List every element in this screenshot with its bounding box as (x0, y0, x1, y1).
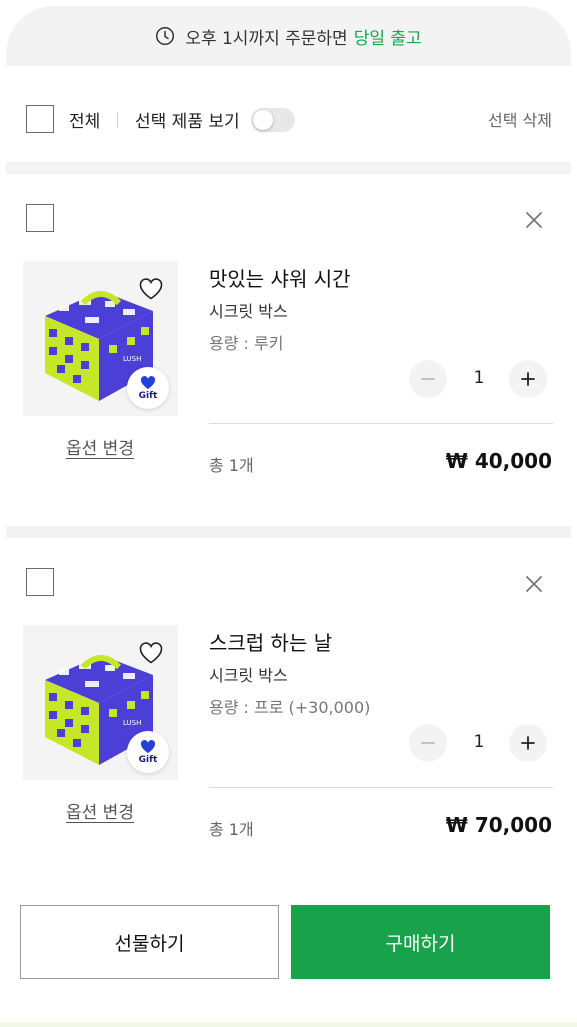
item-price: ₩ 40,000 (445, 449, 552, 473)
product-name[interactable]: 맛있는 샤워 시간 (209, 263, 351, 292)
change-option-link[interactable]: 옵션 변경 (66, 434, 134, 459)
clock-icon (155, 26, 175, 46)
divider (209, 787, 553, 788)
banner-text: 오후 1시까지 주문하면 (185, 28, 348, 49)
item-total-count: 총 1개 (209, 820, 254, 839)
select-all-checkbox[interactable] (26, 105, 54, 133)
blue-heart-icon (140, 375, 156, 389)
cart-item: LUSH Gift 옵션 변경 스크럽 하는 날 시크릿 박스 용량 : 프로 … (0, 538, 577, 868)
gift-badge-label: Gift (138, 390, 158, 401)
product-image[interactable]: LUSH Gift (23, 261, 178, 416)
gift-badge: Gift (127, 367, 169, 409)
cart-item: LUSH Gift 옵션 변경 맛있는 샤워 시간 시크릿 박스 용량 : 루키… (0, 174, 577, 504)
select-bar: 전체 선택 제품 보기 선택 삭제 (0, 86, 577, 152)
view-selected-label: 선택 제품 보기 (135, 112, 240, 132)
section-separator (6, 162, 571, 174)
close-icon[interactable] (522, 572, 546, 596)
delete-selected-button[interactable]: 선택 삭제 (488, 107, 552, 131)
bottom-strip (0, 1022, 577, 1027)
blue-heart-icon (140, 739, 156, 753)
select-all-label[interactable]: 전체 (69, 107, 100, 132)
banner-highlight: 당일 출고 (353, 28, 422, 49)
view-selected-toggle[interactable] (251, 108, 295, 132)
product-image[interactable]: LUSH Gift (23, 625, 178, 780)
product-option: 용량 : 프로 (+30,000) (209, 698, 371, 717)
box-brand-text: LUSH (123, 355, 141, 363)
gift-button[interactable]: 선물하기 (20, 905, 279, 979)
quantity-stepper: 1 (409, 360, 549, 398)
item-price: ₩ 70,000 (445, 813, 552, 837)
product-type: 시크릿 박스 (209, 302, 288, 321)
quantity-value: 1 (473, 368, 485, 388)
heart-icon[interactable] (138, 277, 164, 301)
quantity-value: 1 (473, 732, 485, 752)
product-option: 용량 : 루키 (209, 334, 284, 353)
section-separator (6, 526, 571, 538)
toggle-knob (253, 110, 273, 130)
plus-icon[interactable] (509, 724, 547, 762)
product-type: 시크릿 박스 (209, 666, 288, 685)
gift-badge: Gift (127, 731, 169, 773)
product-name[interactable]: 스크럽 하는 날 (209, 627, 332, 656)
item-total-count: 총 1개 (209, 456, 254, 475)
item-checkbox[interactable] (26, 204, 54, 232)
item-checkbox[interactable] (26, 568, 54, 596)
change-option-link[interactable]: 옵션 변경 (66, 798, 134, 823)
minus-icon[interactable] (409, 724, 447, 762)
quantity-stepper: 1 (409, 724, 549, 762)
minus-icon[interactable] (409, 360, 447, 398)
same-day-shipping-banner: 오후 1시까지 주문하면 당일 출고 (6, 6, 571, 66)
divider (117, 113, 118, 127)
box-brand-text: LUSH (123, 719, 141, 727)
divider (209, 423, 553, 424)
gift-badge-label: Gift (138, 754, 158, 765)
heart-icon[interactable] (138, 641, 164, 665)
buy-button[interactable]: 구매하기 (291, 905, 550, 979)
plus-icon[interactable] (509, 360, 547, 398)
close-icon[interactable] (522, 208, 546, 232)
